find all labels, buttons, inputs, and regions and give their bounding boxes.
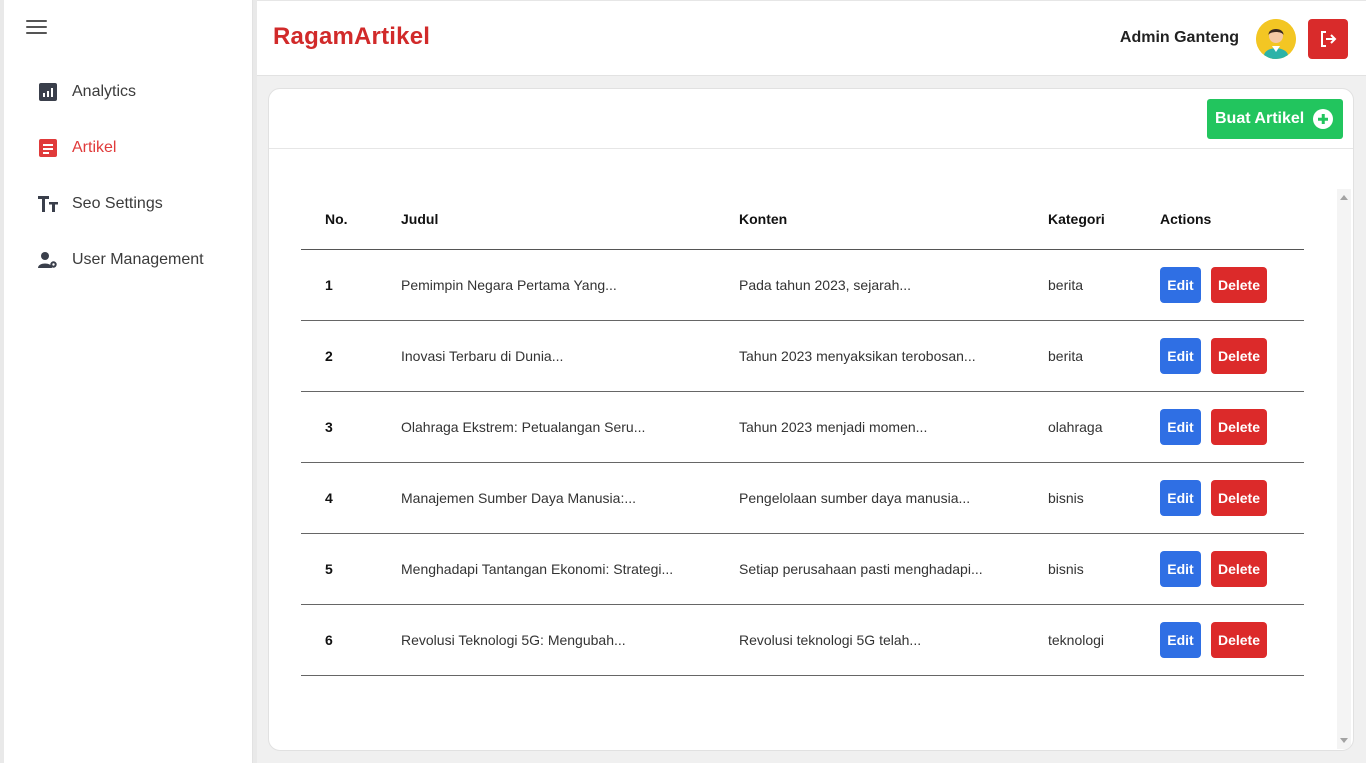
cell-actions: Edit Delete xyxy=(1160,391,1304,463)
sidebar-item-analytics[interactable]: Analytics xyxy=(4,64,252,120)
create-article-button[interactable]: Buat Artikel xyxy=(1207,99,1343,139)
cell-kategori: bisnis xyxy=(1048,462,1160,534)
cell-kategori: teknologi xyxy=(1048,604,1160,676)
articles-card: Buat Artikel No. Judul Konten Kategori A… xyxy=(268,88,1354,751)
sidebar-item-artikel[interactable]: Artikel xyxy=(4,120,252,176)
sidebar-item-label: Analytics xyxy=(72,83,137,100)
cell-judul: Menghadapi Tantangan Ekonomi: Strategi..… xyxy=(401,533,739,605)
add-circle-icon xyxy=(1313,109,1333,129)
cell-actions: Edit Delete xyxy=(1160,533,1304,605)
text-size-icon xyxy=(38,194,58,214)
column-header-no: No. xyxy=(301,189,401,250)
table-row: 1 Pemimpin Negara Pertama Yang... Pada t… xyxy=(301,249,1304,321)
sidebar-item-user-management[interactable]: User Management xyxy=(4,232,252,288)
table-scrollbar[interactable] xyxy=(1337,189,1351,749)
delete-button[interactable]: Delete xyxy=(1211,337,1267,374)
column-header-judul: Judul xyxy=(401,189,739,250)
cell-konten: Tahun 2023 menyaksikan terobosan... xyxy=(739,320,1048,392)
table-row: 2 Inovasi Terbaru di Dunia... Tahun 2023… xyxy=(301,320,1304,392)
user-settings-icon xyxy=(38,250,58,270)
edit-button[interactable]: Edit xyxy=(1160,479,1201,516)
table-row: 5 Menghadapi Tantangan Ekonomi: Strategi… xyxy=(301,533,1304,605)
sidebar-item-label: Seo Settings xyxy=(72,195,163,212)
table-header-row: No. Judul Konten Kategori Actions xyxy=(301,189,1304,250)
create-article-label: Buat Artikel xyxy=(1215,110,1305,127)
cell-actions: Edit Delete xyxy=(1160,462,1304,534)
analytics-icon xyxy=(38,82,58,102)
cell-konten: Pengelolaan sumber daya manusia... xyxy=(739,462,1048,534)
edit-button[interactable]: Edit xyxy=(1160,266,1201,303)
cell-no: 6 xyxy=(301,604,401,676)
delete-button[interactable]: Delete xyxy=(1211,550,1267,587)
column-header-konten: Konten xyxy=(739,189,1048,250)
delete-button[interactable]: Delete xyxy=(1211,266,1267,303)
menu-icon[interactable] xyxy=(26,20,47,34)
edit-button[interactable]: Edit xyxy=(1160,621,1201,658)
cell-konten: Setiap perusahaan pasti menghadapi... xyxy=(739,533,1048,605)
cell-kategori: berita xyxy=(1048,249,1160,321)
cell-no: 4 xyxy=(301,462,401,534)
sidebar-item-seo-settings[interactable]: Seo Settings xyxy=(4,176,252,232)
sidebar-nav: Analytics Artikel Seo Settings User Mana… xyxy=(4,64,252,288)
scroll-down-icon[interactable] xyxy=(1340,738,1348,743)
sidebar-item-label: User Management xyxy=(72,251,204,268)
edit-button[interactable]: Edit xyxy=(1160,408,1201,445)
article-icon xyxy=(38,138,58,158)
table-row: 3 Olahraga Ekstrem: Petualangan Seru... … xyxy=(301,391,1304,463)
edit-button[interactable]: Edit xyxy=(1160,550,1201,587)
cell-kategori: olahraga xyxy=(1048,391,1160,463)
cell-actions: Edit Delete xyxy=(1160,249,1304,321)
cell-konten: Tahun 2023 menjadi momen... xyxy=(739,391,1048,463)
logout-button[interactable] xyxy=(1308,19,1348,59)
cell-kategori: berita xyxy=(1048,320,1160,392)
scroll-up-icon[interactable] xyxy=(1340,195,1348,200)
cell-judul: Revolusi Teknologi 5G: Mengubah... xyxy=(401,604,739,676)
articles-table: No. Judul Konten Kategori Actions 1 Pemi… xyxy=(301,189,1304,676)
logout-icon xyxy=(1321,31,1337,47)
cell-actions: Edit Delete xyxy=(1160,604,1304,676)
card-toolbar: Buat Artikel xyxy=(269,89,1353,149)
delete-button[interactable]: Delete xyxy=(1211,479,1267,516)
brand-title[interactable]: RagamArtikel xyxy=(273,23,430,51)
avatar[interactable] xyxy=(1256,19,1296,59)
cell-konten: Revolusi teknologi 5G telah... xyxy=(739,604,1048,676)
sidebar: Analytics Artikel Seo Settings User Mana… xyxy=(0,0,253,763)
delete-button[interactable]: Delete xyxy=(1211,621,1267,658)
cell-judul: Inovasi Terbaru di Dunia... xyxy=(401,320,739,392)
column-header-kategori: Kategori xyxy=(1048,189,1160,250)
cell-no: 5 xyxy=(301,533,401,605)
cell-no: 1 xyxy=(301,249,401,321)
delete-button[interactable]: Delete xyxy=(1211,408,1267,445)
table-row: 6 Revolusi Teknologi 5G: Mengubah... Rev… xyxy=(301,604,1304,676)
cell-no: 2 xyxy=(301,320,401,392)
cell-konten: Pada tahun 2023, sejarah... xyxy=(739,249,1048,321)
edit-button[interactable]: Edit xyxy=(1160,337,1201,374)
sidebar-item-label: Artikel xyxy=(72,139,117,156)
table-row: 4 Manajemen Sumber Daya Manusia:... Peng… xyxy=(301,462,1304,534)
layout-gutter xyxy=(253,0,257,763)
cell-no: 3 xyxy=(301,391,401,463)
cell-judul: Olahraga Ekstrem: Petualangan Seru... xyxy=(401,391,739,463)
cell-judul: Pemimpin Negara Pertama Yang... xyxy=(401,249,739,321)
top-header: RagamArtikel Admin Ganteng xyxy=(257,0,1366,76)
cell-actions: Edit Delete xyxy=(1160,320,1304,392)
column-header-actions: Actions xyxy=(1160,189,1304,250)
cell-judul: Manajemen Sumber Daya Manusia:... xyxy=(401,462,739,534)
user-name: Admin Ganteng xyxy=(1119,29,1239,46)
cell-kategori: bisnis xyxy=(1048,533,1160,605)
